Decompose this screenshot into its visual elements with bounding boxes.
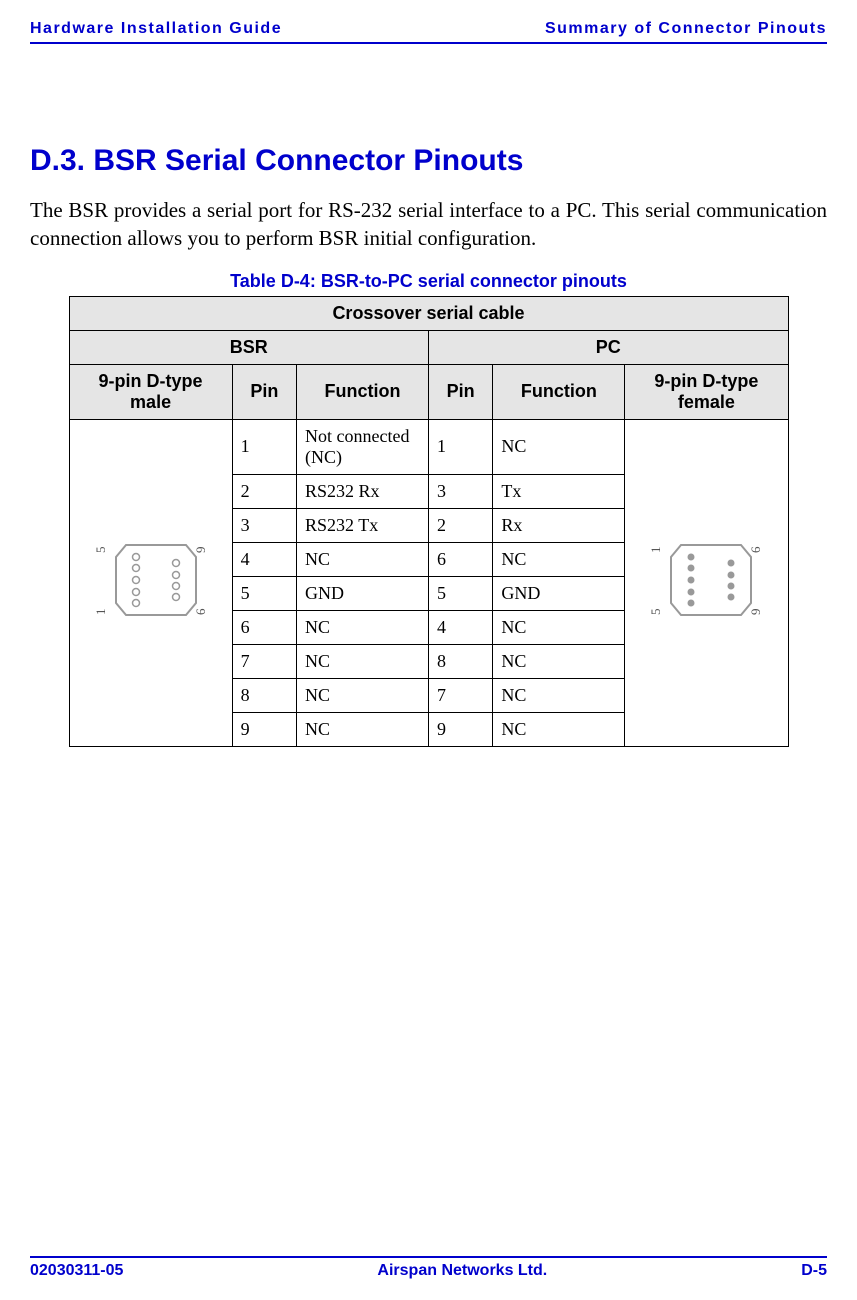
cell-pin-r: 9 [428, 712, 492, 746]
cell-pin-r: 2 [428, 508, 492, 542]
page-header: Hardware Installation Guide Summary of C… [30, 20, 827, 44]
cell-pin-r: 5 [428, 576, 492, 610]
cell-func-r: Tx [493, 474, 625, 508]
svg-text:9: 9 [748, 609, 763, 616]
cell-func-r: GND [493, 576, 625, 610]
svg-text:6: 6 [748, 546, 763, 553]
cell-func-l: NC [297, 610, 429, 644]
cell-pin-r: 6 [428, 542, 492, 576]
db9-male-icon: 5 9 1 6 [91, 535, 211, 625]
col-header-conn-left: 9-pin D-type male [69, 364, 232, 419]
cell-func-r: NC [493, 712, 625, 746]
table-sub-header-left: BSR [69, 330, 428, 364]
cell-func-r: NC [493, 419, 625, 474]
cell-pin-l: 9 [232, 712, 296, 746]
cell-pin-l: 7 [232, 644, 296, 678]
cell-pin-r: 3 [428, 474, 492, 508]
col-header-func-right: Function [493, 364, 625, 419]
cell-func-l: RS232 Rx [297, 474, 429, 508]
svg-text:1: 1 [93, 609, 108, 616]
table-sub-header-right: PC [428, 330, 788, 364]
pinout-table: Crossover serial cable BSR PC 9-pin D-ty… [69, 296, 789, 747]
svg-text:5: 5 [648, 609, 663, 616]
header-right: Summary of Connector Pinouts [545, 20, 827, 38]
cell-func-l: Not connected (NC) [297, 419, 429, 474]
db9-female-icon: 1 6 5 9 [646, 535, 766, 625]
svg-text:1: 1 [648, 547, 663, 554]
cell-pin-l: 3 [232, 508, 296, 542]
cell-func-l: RS232 Tx [297, 508, 429, 542]
cell-func-r: NC [493, 644, 625, 678]
table-top-header: Crossover serial cable [69, 296, 788, 330]
cell-func-l: NC [297, 678, 429, 712]
cell-pin-l: 1 [232, 419, 296, 474]
cell-func-r: NC [493, 610, 625, 644]
cell-pin-r: 1 [428, 419, 492, 474]
cell-pin-l: 8 [232, 678, 296, 712]
svg-text:5: 5 [93, 547, 108, 554]
footer-right: D-5 [801, 1262, 827, 1280]
cell-pin-r: 4 [428, 610, 492, 644]
cell-pin-l: 4 [232, 542, 296, 576]
connector-male-cell: 5 9 1 6 [69, 419, 232, 746]
cell-func-l: GND [297, 576, 429, 610]
cell-pin-r: 8 [428, 644, 492, 678]
page-footer: 02030311-05 Airspan Networks Ltd. D-5 [30, 1256, 827, 1280]
cell-func-r: NC [493, 678, 625, 712]
cell-func-r: Rx [493, 508, 625, 542]
cell-func-r: NC [493, 542, 625, 576]
header-left: Hardware Installation Guide [30, 20, 282, 38]
cell-func-l: NC [297, 644, 429, 678]
connector-female-cell: 1 6 5 9 [625, 419, 788, 746]
table-caption: Table D-4: BSR-to-PC serial connector pi… [30, 271, 827, 292]
footer-left: 02030311-05 [30, 1262, 123, 1280]
cell-func-l: NC [297, 542, 429, 576]
body-paragraph: The BSR provides a serial port for RS-23… [30, 196, 827, 253]
svg-text:6: 6 [193, 608, 208, 615]
section-heading: D.3. BSR Serial Connector Pinouts [30, 144, 827, 178]
footer-center: Airspan Networks Ltd. [377, 1262, 547, 1280]
col-header-pin-left: Pin [232, 364, 296, 419]
table-row: 5 9 1 6 1 Not connected (NC) 1 NC [69, 419, 788, 474]
cell-pin-r: 7 [428, 678, 492, 712]
cell-pin-l: 5 [232, 576, 296, 610]
cell-pin-l: 2 [232, 474, 296, 508]
col-header-conn-right: 9-pin D-type female [625, 364, 788, 419]
cell-pin-l: 6 [232, 610, 296, 644]
svg-text:9: 9 [193, 547, 208, 554]
col-header-func-left: Function [297, 364, 429, 419]
cell-func-l: NC [297, 712, 429, 746]
col-header-pin-right: Pin [428, 364, 492, 419]
